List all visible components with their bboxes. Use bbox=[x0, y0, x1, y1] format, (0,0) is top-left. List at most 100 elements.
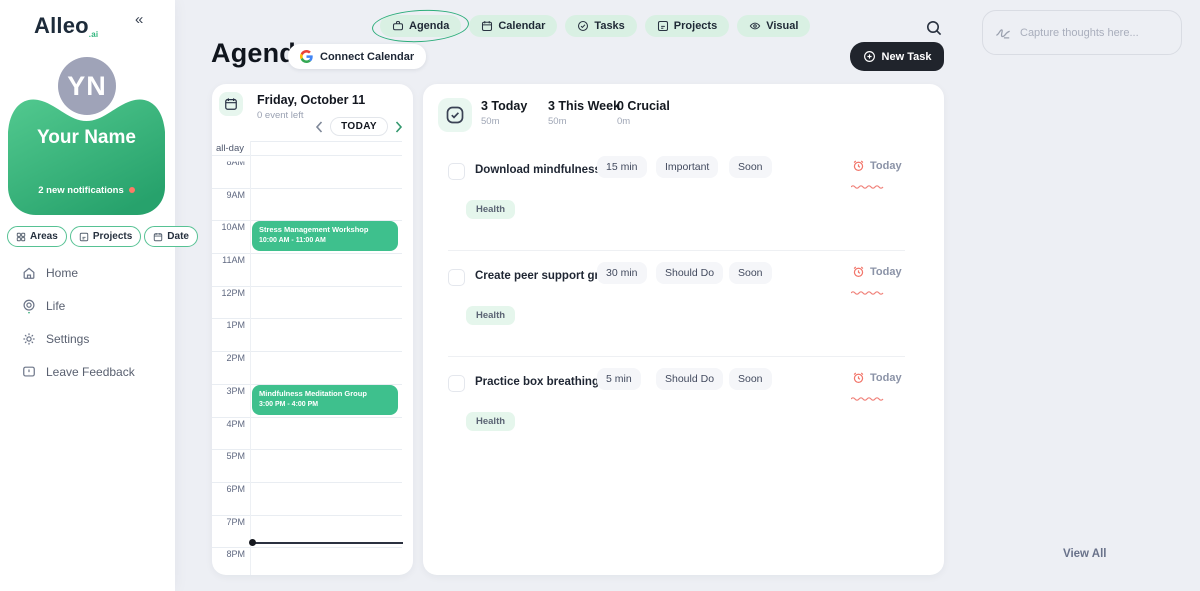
task-tag-health[interactable]: Health bbox=[466, 200, 515, 219]
summary-today: 3 Today 50m bbox=[481, 99, 527, 127]
task-row: Download mindfulness app 15 min Importan… bbox=[423, 146, 944, 250]
task-due-badge[interactable]: Today bbox=[852, 159, 902, 172]
event-title: Mindfulness Meditation Group bbox=[259, 389, 391, 400]
calendar-event[interactable]: Mindfulness Meditation Group 3:00 PM - 4… bbox=[252, 385, 398, 415]
google-icon bbox=[300, 50, 313, 63]
plus-circle-icon bbox=[863, 50, 876, 63]
sidebar-collapse-icon[interactable]: « bbox=[135, 11, 143, 28]
calendar-panel: Friday, October 11 0 event left TODAY bbox=[212, 84, 413, 575]
task-priority-chip[interactable]: Important bbox=[656, 156, 718, 178]
hour-label: 3PM bbox=[212, 386, 245, 396]
task-due-label: Today bbox=[870, 372, 902, 384]
hour-label: 10AM bbox=[212, 222, 245, 232]
due-squiggle-underline bbox=[851, 388, 885, 406]
summary-week-minutes: 50m bbox=[548, 116, 620, 127]
task-checkbox[interactable] bbox=[448, 375, 465, 392]
sidebar-item-settings[interactable]: Settings bbox=[22, 332, 135, 346]
task-separator bbox=[448, 250, 905, 251]
tasks-summary-icon[interactable] bbox=[438, 98, 472, 132]
user-name: Your Name bbox=[8, 127, 165, 149]
tab-tasks[interactable]: Tasks bbox=[565, 15, 636, 37]
task-priority-chip[interactable]: Should Do bbox=[656, 368, 723, 390]
task-due-label: Today bbox=[870, 160, 902, 172]
due-squiggle-underline bbox=[851, 176, 885, 194]
task-checkbox[interactable] bbox=[448, 163, 465, 180]
tasks-panel: 3 Today 50m 3 This Week 50m 0 Crucial 0m… bbox=[423, 84, 944, 575]
brand-logo: Alleo.ai bbox=[34, 13, 98, 39]
hour-label: 12PM bbox=[212, 288, 245, 298]
hour-label: 11AM bbox=[212, 255, 245, 265]
sidebar-item-feedback[interactable]: Leave Feedback bbox=[22, 365, 135, 379]
task-priority-chip[interactable]: Should Do bbox=[656, 262, 723, 284]
tab-projects[interactable]: Projects bbox=[645, 15, 729, 37]
avatar[interactable]: YN bbox=[58, 57, 116, 115]
capture-input-container bbox=[982, 10, 1182, 55]
task-separator bbox=[448, 356, 905, 357]
calendar-events-left: 0 event left bbox=[257, 110, 303, 121]
grid-line bbox=[212, 515, 402, 516]
sidebar-item-feedback-label: Leave Feedback bbox=[46, 365, 135, 379]
sidebar-item-life[interactable]: Life bbox=[22, 299, 135, 313]
new-task-button[interactable]: New Task bbox=[850, 42, 944, 71]
brand-logo-suffix: .ai bbox=[89, 30, 99, 39]
notification-dot-icon bbox=[129, 187, 135, 193]
chevron-right-icon[interactable] bbox=[394, 121, 403, 133]
task-duration-chip[interactable]: 5 min bbox=[597, 368, 641, 390]
calendar-nav: TODAY bbox=[315, 117, 403, 136]
task-when-chip[interactable]: Soon bbox=[729, 156, 772, 178]
scribble-pen-icon bbox=[995, 26, 1011, 40]
filter-areas-button[interactable]: Areas bbox=[7, 226, 67, 247]
tab-agenda-label: Agenda bbox=[409, 20, 449, 32]
notifications-link[interactable]: 2 new notifications bbox=[8, 185, 165, 196]
task-when-chip[interactable]: Soon bbox=[729, 262, 772, 284]
task-due-badge[interactable]: Today bbox=[852, 265, 902, 278]
alarm-clock-icon bbox=[852, 159, 865, 172]
due-squiggle-underline bbox=[851, 282, 885, 300]
avatar-initials: YN bbox=[67, 71, 107, 102]
tab-visual[interactable]: Visual bbox=[737, 15, 810, 37]
gear-icon bbox=[22, 332, 36, 346]
filter-projects-button[interactable]: Projects bbox=[70, 226, 141, 247]
tab-calendar[interactable]: Calendar bbox=[469, 15, 557, 37]
tab-agenda[interactable]: Agenda bbox=[380, 15, 461, 37]
connect-calendar-button[interactable]: Connect Calendar bbox=[288, 44, 426, 69]
search-icon[interactable] bbox=[925, 19, 943, 37]
task-due-badge[interactable]: Today bbox=[852, 371, 902, 384]
chevron-left-icon[interactable] bbox=[315, 121, 324, 133]
sidebar-item-life-label: Life bbox=[46, 299, 65, 313]
main-tabs: Agenda Calendar Tasks Projects Visual bbox=[380, 15, 810, 37]
view-all-link[interactable]: View All bbox=[1063, 548, 1106, 560]
event-time: 3:00 PM - 4:00 PM bbox=[259, 400, 391, 411]
alarm-clock-icon bbox=[852, 265, 865, 278]
today-button[interactable]: TODAY bbox=[330, 117, 388, 136]
hour-label: 8AM bbox=[212, 157, 245, 167]
summary-crucial-count: 0 Crucial bbox=[617, 99, 670, 113]
task-tag-health[interactable]: Health bbox=[466, 412, 515, 431]
filter-projects-label: Projects bbox=[93, 231, 132, 242]
calendar-event[interactable]: Stress Management Workshop 10:00 AM - 11… bbox=[252, 221, 398, 251]
event-time: 10:00 AM - 11:00 AM bbox=[259, 236, 391, 247]
grid-icon bbox=[16, 232, 26, 242]
summary-today-minutes: 50m bbox=[481, 116, 527, 127]
task-when-chip[interactable]: Soon bbox=[729, 368, 772, 390]
summary-today-count: 3 Today bbox=[481, 99, 527, 113]
task-row: Create peer support group 30 min Should … bbox=[423, 252, 944, 356]
all-day-row: all-day bbox=[212, 141, 250, 155]
hour-label: 7PM bbox=[212, 517, 245, 527]
task-duration-chip[interactable]: 15 min bbox=[597, 156, 647, 178]
app-screen: Alleo.ai « YN Your Name 2 new notificati… bbox=[0, 0, 1200, 591]
task-duration-chip[interactable]: 30 min bbox=[597, 262, 647, 284]
grid-line bbox=[212, 482, 402, 483]
task-due-label: Today bbox=[870, 266, 902, 278]
tab-tasks-label: Tasks bbox=[594, 20, 624, 32]
hour-label: 5PM bbox=[212, 451, 245, 461]
task-checkbox[interactable] bbox=[448, 269, 465, 286]
sidebar-item-home[interactable]: Home bbox=[22, 266, 135, 280]
target-icon bbox=[22, 298, 36, 314]
user-card[interactable]: YN Your Name 2 new notifications bbox=[8, 87, 165, 215]
filter-date-button[interactable]: Date bbox=[144, 226, 198, 247]
task-tag-health[interactable]: Health bbox=[466, 306, 515, 325]
capture-input[interactable] bbox=[1018, 26, 1169, 40]
calendar-icon bbox=[153, 232, 163, 242]
tab-projects-label: Projects bbox=[674, 20, 717, 32]
